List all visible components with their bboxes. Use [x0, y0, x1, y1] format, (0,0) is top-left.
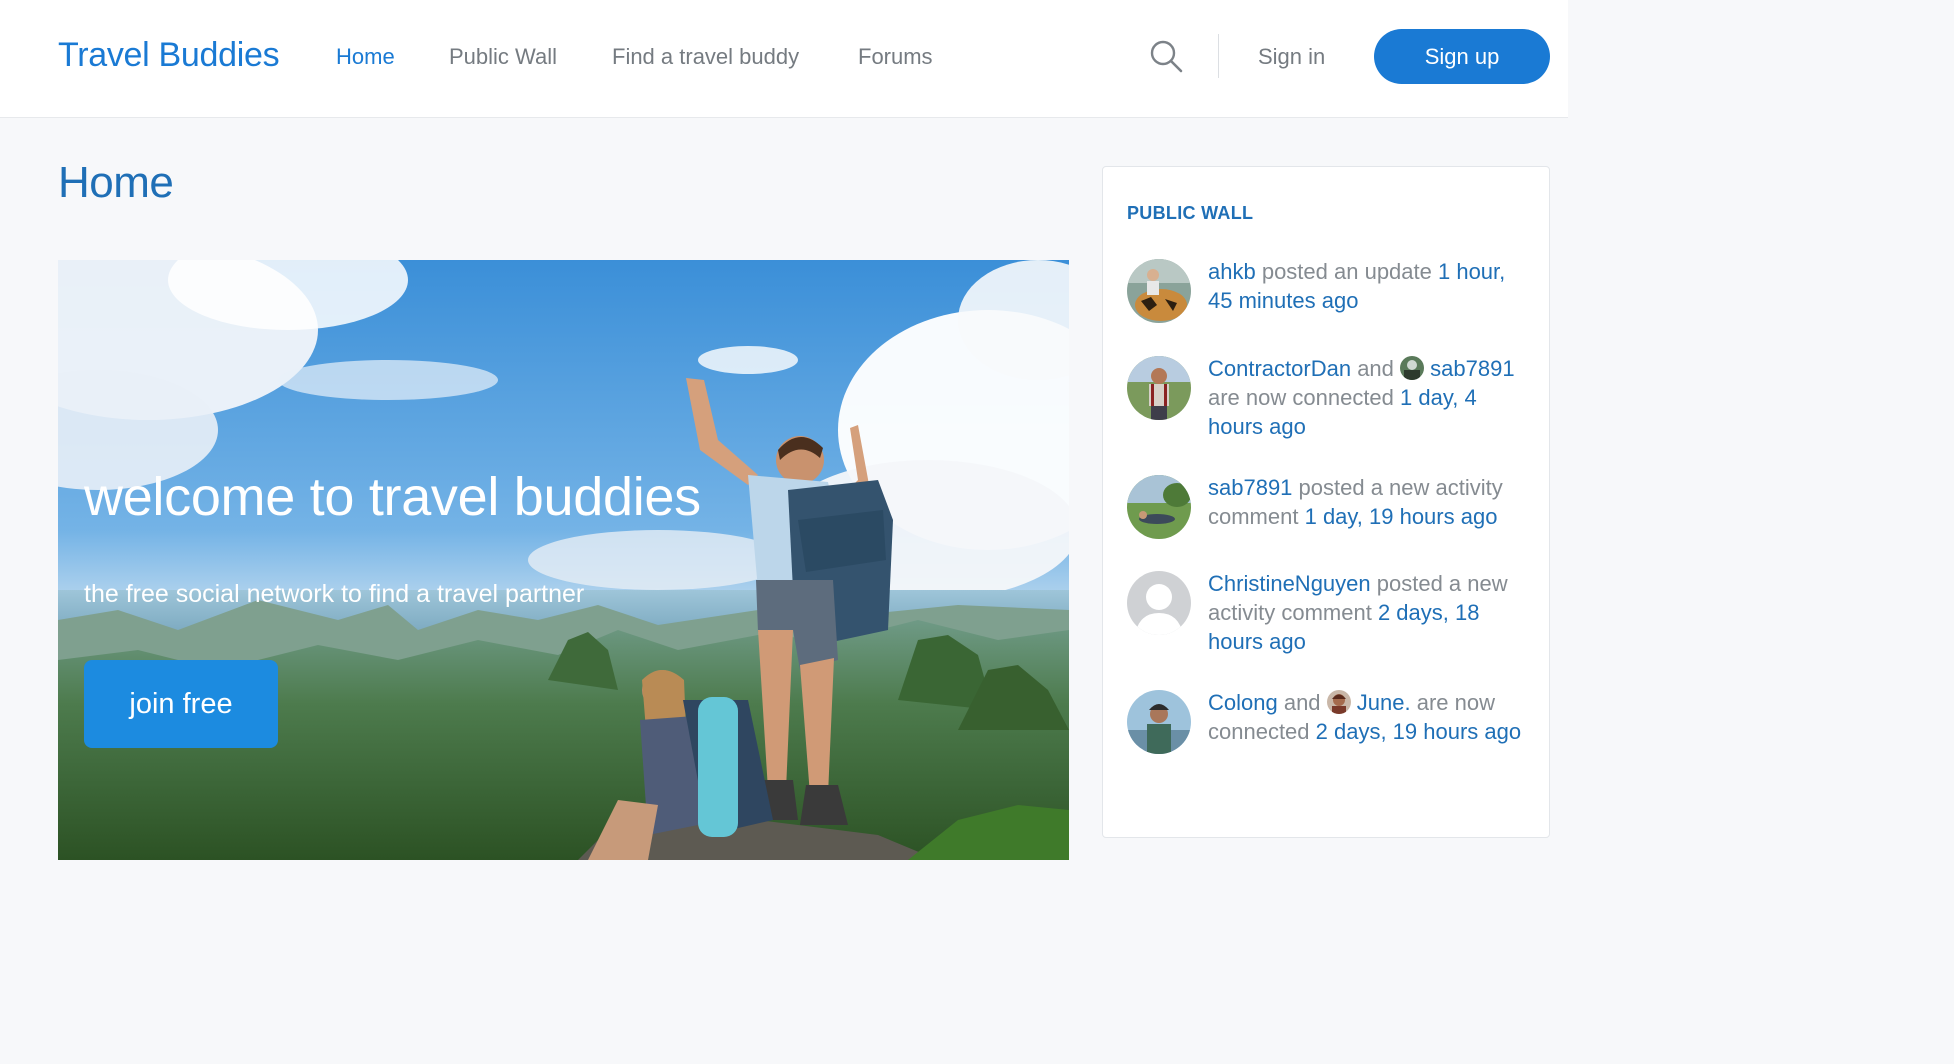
activity-user-link[interactable]: ChristineNguyen — [1208, 571, 1371, 596]
activity-user2-link[interactable]: June. — [1357, 690, 1411, 715]
activity-text: Colong and June. are now connected 2 day… — [1208, 688, 1524, 746]
activity-text: ChristineNguyen posted a new activity co… — [1208, 569, 1524, 656]
activity-conjunction: and — [1277, 690, 1327, 715]
sign-up-button[interactable]: Sign up — [1374, 29, 1550, 84]
mini-avatar[interactable] — [1400, 356, 1425, 380]
activity-action: posted an update — [1255, 259, 1438, 284]
search-icon[interactable] — [1148, 38, 1184, 74]
top-navbar: Travel Buddies Home Public Wall Find a t… — [0, 0, 1568, 118]
join-free-button[interactable]: join free — [84, 660, 278, 748]
activity-user-link[interactable]: sab7891 — [1208, 475, 1292, 500]
activity-text: ahkb posted an update 1 hour, 45 minutes… — [1208, 257, 1524, 315]
public-wall-panel: PUBLIC WALL ahkb posted an update 1 hour… — [1102, 166, 1550, 838]
nav-home[interactable]: Home — [336, 44, 395, 70]
avatar[interactable] — [1127, 475, 1191, 539]
avatar[interactable] — [1127, 571, 1191, 635]
activity-user-link[interactable]: ContractorDan — [1208, 356, 1351, 381]
avatar[interactable] — [1127, 690, 1191, 754]
panel-title: PUBLIC WALL — [1127, 203, 1254, 223]
activity-time[interactable]: 2 days, 19 hours ago — [1316, 719, 1521, 744]
hero-banner: welcome to travel buddies the free socia… — [58, 260, 1069, 860]
activity-user-link[interactable]: ahkb — [1208, 259, 1256, 284]
activity-user-link[interactable]: Colong — [1208, 690, 1278, 715]
page-title: Home — [58, 158, 174, 207]
activity-time[interactable]: 1 day, 19 hours ago — [1305, 504, 1498, 529]
sign-in-link[interactable]: Sign in — [1258, 44, 1325, 70]
activity-text: sab7891 posted a new activity comment 1 … — [1208, 473, 1524, 531]
activity-action: are now connected — [1208, 385, 1401, 410]
nav-public-wall[interactable]: Public Wall — [449, 44, 557, 70]
hero-subtitle: the free social network to find a travel… — [84, 580, 585, 608]
nav-find-travel-buddy[interactable]: Find a travel buddy — [612, 44, 799, 70]
mini-avatar[interactable] — [1326, 690, 1351, 714]
activity-text: ContractorDan and sab7891 are now connec… — [1208, 354, 1524, 441]
hero-title: welcome to travel buddies — [84, 467, 701, 527]
brand-logo[interactable]: Travel Buddies — [58, 36, 280, 75]
nav-forums[interactable]: Forums — [858, 44, 933, 70]
header-divider — [1218, 34, 1219, 78]
activity-user2-link[interactable]: sab7891 — [1430, 356, 1514, 381]
activity-conjunction: and — [1351, 356, 1401, 381]
avatar[interactable] — [1127, 356, 1191, 420]
avatar[interactable] — [1127, 259, 1191, 323]
hero-image — [58, 260, 1069, 860]
